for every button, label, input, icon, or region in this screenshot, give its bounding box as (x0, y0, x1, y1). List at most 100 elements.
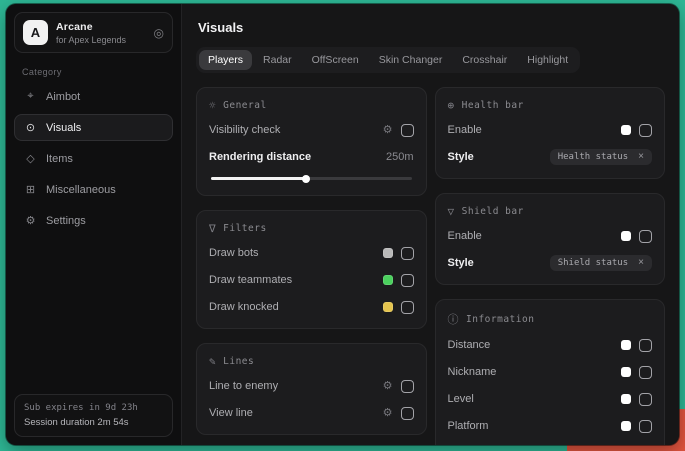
draw-teammates-checkbox[interactable] (401, 274, 414, 287)
tab-radar[interactable]: Radar (254, 50, 301, 70)
health-bar-card-header: ⊕ Health bar (448, 99, 653, 112)
row-label: Draw bots (209, 247, 259, 259)
health-icon: ⊕ (448, 99, 455, 112)
sub-expires-text: Sub expires in 9d 23h (24, 403, 163, 413)
app-logo: A (23, 20, 48, 45)
sidebar: A Arcane for Apex Legends ◎ Category ⌖ A… (6, 4, 182, 445)
tab-crosshair[interactable]: Crosshair (453, 50, 516, 70)
draw-bots-checkbox[interactable] (401, 247, 414, 260)
close-icon[interactable]: × (638, 258, 644, 268)
gear-icon[interactable]: ⚙ (383, 408, 393, 419)
tab-players[interactable]: Players (199, 50, 252, 70)
sidebar-item-visuals[interactable]: ⊙ Visuals (14, 114, 173, 141)
visibility-check-row: Visibility check ⚙ (209, 121, 414, 139)
color-swatch[interactable] (621, 394, 631, 404)
draw-knocked-checkbox[interactable] (401, 301, 414, 314)
color-swatch[interactable] (383, 248, 393, 258)
row-label: Platform (448, 420, 489, 432)
gear-icon[interactable]: ⚙ (383, 381, 393, 392)
row-label: Style (448, 257, 474, 269)
rendering-distance-slider[interactable] (211, 177, 412, 180)
sidebar-item-label: Aimbot (46, 91, 80, 103)
distance-checkbox[interactable] (639, 339, 652, 352)
left-column: ☼ General Visibility check ⚙ Rendering d… (196, 87, 427, 445)
row-label: Nickname (448, 366, 497, 378)
color-swatch[interactable] (621, 125, 631, 135)
tab-skin-changer[interactable]: Skin Changer (370, 50, 452, 70)
health-enable-row: Enable (448, 121, 653, 139)
app-identity: Arcane for Apex Legends (56, 21, 146, 45)
app-window: A Arcane for Apex Legends ◎ Category ⌖ A… (6, 4, 679, 445)
health-enable-checkbox[interactable] (639, 124, 652, 137)
row-label: Level (448, 393, 474, 405)
row-label: Rendering distance (209, 151, 311, 163)
sidebar-item-items[interactable]: ◇ Items (14, 145, 173, 172)
color-swatch[interactable] (621, 231, 631, 241)
row-label: Draw teammates (209, 274, 292, 286)
nickname-checkbox[interactable] (639, 366, 652, 379)
app-title: Arcane (56, 21, 146, 33)
settings-columns: ☼ General Visibility check ⚙ Rendering d… (196, 87, 665, 445)
sidebar-item-miscellaneous[interactable]: ⊞ Miscellaneous (14, 176, 173, 203)
color-swatch[interactable] (621, 421, 631, 431)
health-style-select[interactable]: Health status × (550, 149, 652, 165)
legend-name-row: Legend name (448, 444, 653, 445)
page-title: Visuals (198, 20, 665, 35)
app-subtitle: for Apex Legends (56, 35, 146, 45)
level-checkbox[interactable] (639, 393, 652, 406)
row-label: Style (448, 151, 474, 163)
view-line-checkbox[interactable] (401, 407, 414, 420)
selected-value: Health status (558, 152, 628, 162)
section-title: General (223, 100, 267, 111)
draw-knocked-row: Draw knocked (209, 298, 414, 316)
shield-bar-card-header: ▽ Shield bar (448, 205, 653, 218)
shield-style-select[interactable]: Shield status × (550, 255, 652, 271)
visibility-check-checkbox[interactable] (401, 124, 414, 137)
pencil-icon: ✎ (209, 355, 216, 368)
platform-checkbox[interactable] (639, 420, 652, 433)
section-title: Lines (223, 356, 254, 367)
eye-icon: ⊙ (24, 121, 37, 134)
lines-card-header: ✎ Lines (209, 355, 414, 368)
shield-bar-card: ▽ Shield bar Enable Style Shield stat (435, 193, 666, 285)
funnel-icon: ∇ (209, 222, 216, 235)
shield-style-row: Style Shield status × (448, 254, 653, 272)
row-label: Enable (448, 124, 482, 136)
tab-highlight[interactable]: Highlight (518, 50, 577, 70)
draw-teammates-row: Draw teammates (209, 271, 414, 289)
category-label: Category (22, 67, 173, 77)
selected-value: Shield status (558, 258, 628, 268)
color-swatch[interactable] (621, 340, 631, 350)
row-label: Draw knocked (209, 301, 279, 313)
line-to-enemy-row: Line to enemy ⚙ (209, 377, 414, 395)
close-icon[interactable]: × (638, 152, 644, 162)
shield-enable-checkbox[interactable] (639, 230, 652, 243)
crosshair-icon[interactable]: ◎ (154, 26, 164, 40)
right-column: ⊕ Health bar Enable Style Health stat (435, 87, 666, 445)
sidebar-item-settings[interactable]: ⚙ Settings (14, 207, 173, 234)
view-line-row: View line ⚙ (209, 404, 414, 422)
crosshair-icon: ⌖ (24, 90, 37, 103)
sidebar-item-label: Visuals (46, 122, 81, 134)
general-card: ☼ General Visibility check ⚙ Rendering d… (196, 87, 427, 196)
tab-offscreen[interactable]: OffScreen (303, 50, 368, 70)
platform-row: Platform (448, 417, 653, 435)
shield-enable-row: Enable (448, 227, 653, 245)
grid-icon: ⊞ (24, 183, 37, 196)
distance-row: Distance (448, 336, 653, 354)
color-swatch[interactable] (383, 302, 393, 312)
session-duration-text: Session duration 2m 54s (24, 417, 163, 428)
section-title: Filters (223, 223, 267, 234)
color-swatch[interactable] (621, 367, 631, 377)
gear-icon: ⚙ (24, 214, 37, 227)
sidebar-item-label: Settings (46, 215, 86, 227)
color-swatch[interactable] (383, 275, 393, 285)
slider-thumb[interactable] (302, 175, 310, 183)
gear-icon[interactable]: ⚙ (383, 125, 393, 136)
sidebar-item-aimbot[interactable]: ⌖ Aimbot (14, 83, 173, 110)
shield-icon: ▽ (448, 205, 455, 218)
row-label: Enable (448, 230, 482, 242)
line-to-enemy-checkbox[interactable] (401, 380, 414, 393)
row-label: Distance (448, 339, 491, 351)
main-panel: Visuals Players Radar OffScreen Skin Cha… (182, 4, 679, 445)
